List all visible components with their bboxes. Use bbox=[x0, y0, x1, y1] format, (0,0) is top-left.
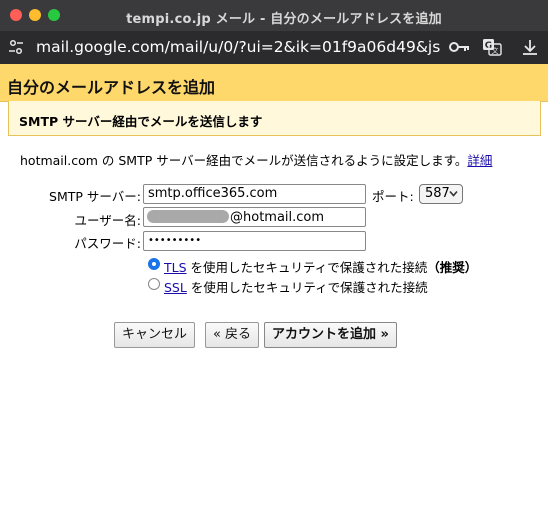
section-header: SMTP サーバー経由でメールを送信します bbox=[8, 101, 541, 136]
svg-text:文: 文 bbox=[492, 46, 499, 55]
translate-icon[interactable]: G 文 bbox=[482, 38, 502, 56]
section-title: SMTP サーバー経由でメールを送信します bbox=[19, 114, 263, 129]
tune-icon[interactable] bbox=[7, 38, 25, 56]
username-label: ユーザー名: bbox=[74, 213, 141, 228]
password-input[interactable] bbox=[143, 231, 366, 251]
smtp-server-label: SMTP サーバー: bbox=[49, 189, 141, 204]
cancel-button[interactable]: キャンセル bbox=[114, 322, 195, 348]
tls-option-label: TLS を使用したセキュリティで保護された接続（推奨） bbox=[164, 257, 477, 276]
redacted-username bbox=[147, 210, 229, 223]
port-value: 587 bbox=[425, 186, 450, 201]
download-icon[interactable] bbox=[521, 38, 539, 56]
url-text[interactable]: mail.google.com/mail/u/0/?ui=2&ik=01f9a0… bbox=[36, 38, 440, 56]
back-button[interactable]: « 戻る bbox=[205, 322, 259, 348]
chevron-down-icon bbox=[449, 190, 458, 197]
tls-text: を使用したセキュリティで保護された接続 bbox=[186, 260, 428, 275]
tls-link[interactable]: TLS bbox=[164, 260, 187, 275]
password-label: パスワード: bbox=[74, 236, 141, 251]
page-header: 自分のメールアドレスを追加 bbox=[0, 64, 548, 102]
username-suffix: @hotmail.com bbox=[230, 210, 325, 225]
window-titlebar: tempi.co.jp メール - 自分のメールアドレスを追加 bbox=[0, 0, 548, 31]
ssl-link[interactable]: SSL bbox=[164, 280, 187, 295]
page-title: 自分のメールアドレスを追加 bbox=[7, 78, 216, 97]
ssl-radio[interactable] bbox=[148, 278, 160, 290]
description-text: hotmail.com の SMTP サーバー経由でメールが送信されるように設定… bbox=[20, 153, 468, 168]
port-select[interactable]: 587 bbox=[419, 184, 463, 204]
ssl-option-label: SSL を使用したセキュリティで保護された接続 bbox=[164, 277, 428, 296]
window-title: tempi.co.jp メール - 自分のメールアドレスを追加 bbox=[126, 12, 442, 27]
tls-recommended: （推奨） bbox=[427, 260, 478, 275]
key-icon[interactable] bbox=[449, 40, 471, 54]
description: hotmail.com の SMTP サーバー経由でメールが送信されるように設定… bbox=[20, 150, 492, 169]
add-account-button[interactable]: アカウントを追加 » bbox=[264, 322, 397, 348]
port-label: ポート: bbox=[372, 189, 414, 204]
smtp-server-input[interactable] bbox=[143, 184, 366, 204]
tls-radio[interactable] bbox=[148, 258, 160, 270]
ssl-text: を使用したセキュリティで保護された接続 bbox=[186, 280, 428, 295]
details-link[interactable]: 詳細 bbox=[467, 153, 492, 168]
